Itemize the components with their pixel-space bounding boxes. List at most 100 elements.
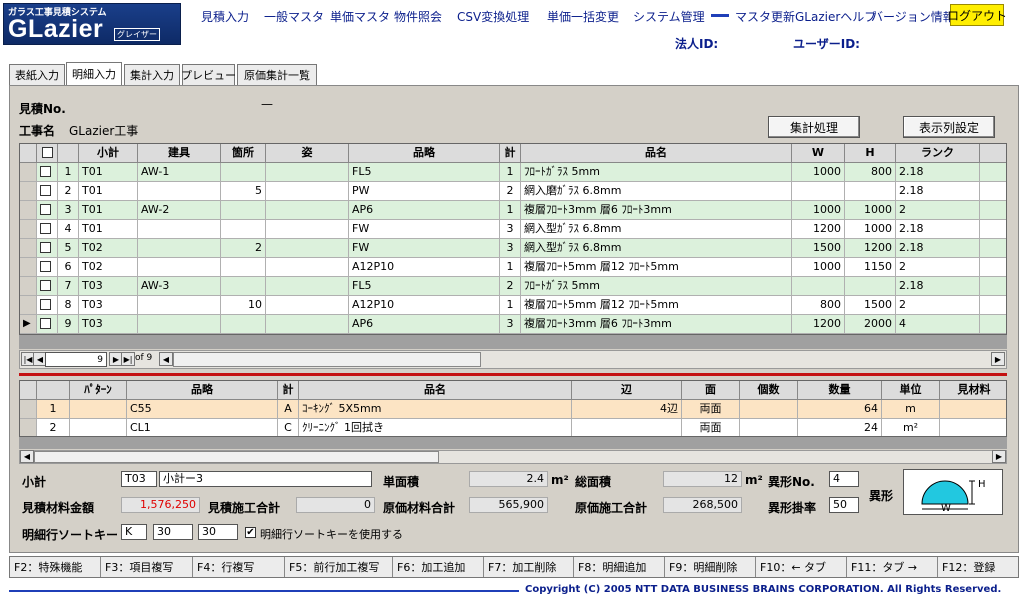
cell-rank[interactable]: 4 (896, 315, 980, 334)
cell-count[interactable] (221, 163, 266, 182)
cell-count[interactable] (221, 258, 266, 277)
row-selector[interactable] (20, 239, 37, 258)
cell-w[interactable]: 1200 (792, 220, 845, 239)
cell-fixture[interactable]: AW-2 (138, 201, 221, 220)
cell-name[interactable]: 複層ﾌﾛｰﾄ5mm 層12 ﾌﾛｰﾄ5mm (521, 296, 792, 315)
cell-code[interactable]: FL5 (349, 277, 500, 296)
fkey-f4[interactable]: F4：行複写 (193, 557, 285, 577)
nav-record-input[interactable]: 9 (45, 352, 107, 367)
cell-fixture[interactable] (138, 182, 221, 201)
cell-shape[interactable] (266, 258, 349, 277)
sub-cell-pattern[interactable] (70, 419, 127, 436)
sortkey-field-3[interactable]: 30 (198, 524, 238, 540)
sub-hscroll-right-icon[interactable]: ▶ (992, 450, 1006, 463)
cell-rank[interactable]: 2.18 (896, 182, 980, 201)
sortkey-field-1[interactable]: K (121, 524, 147, 540)
cell-calc[interactable]: 2 (500, 277, 521, 296)
row-checkbox-cell[interactable] (37, 201, 58, 220)
cell-h[interactable]: 1500 (845, 296, 896, 315)
table-row[interactable]: 5 T02 2 FW 3 網入型ｶﾞﾗｽ 6.8mm 1500 1200 2.18 (20, 239, 1006, 258)
header-select-all[interactable] (37, 144, 58, 163)
cell-h[interactable]: 1200 (845, 239, 896, 258)
nav-last-icon[interactable]: ▶| (121, 352, 135, 366)
cell-subtotal[interactable]: T03 (79, 315, 138, 334)
processing-row-selector[interactable] (20, 400, 37, 419)
sub-cell-code[interactable]: CL1 (127, 419, 278, 436)
sub-cell-unit[interactable]: m (882, 400, 940, 419)
table-row[interactable]: 4 T01 FW 3 網入型ｶﾞﾗｽ 6.8mm 1200 1000 2.18 (20, 220, 1006, 239)
row-checkbox[interactable] (40, 279, 51, 291)
cell-rank[interactable]: 2 (896, 201, 980, 220)
row-checkbox[interactable] (40, 298, 51, 310)
cell-code[interactable]: A12P10 (349, 258, 500, 277)
table-row[interactable]: 6 T02 A12P10 1 複層ﾌﾛｰﾄ5mm 層12 ﾌﾛｰﾄ5mm 1000 1150… (20, 258, 1006, 277)
cell-count[interactable] (221, 315, 266, 334)
cell-subtotal[interactable]: T01 (79, 182, 138, 201)
cell-code[interactable]: FW (349, 220, 500, 239)
cell-name[interactable]: 複層ﾌﾛｰﾄ3mm 層6 ﾌﾛｰﾄ3mm (521, 315, 792, 334)
cell-subtotal[interactable]: T01 (79, 220, 138, 239)
cell-count[interactable]: 10 (221, 296, 266, 315)
processing-row[interactable]: 1 C55 A ｺｰｷﾝｸﾞ 5X5mm 4辺 両面 64 m (20, 400, 1006, 419)
sub-cell-unit[interactable]: m² (882, 419, 940, 436)
cell-shape[interactable] (266, 182, 349, 201)
row-selector[interactable] (20, 182, 37, 201)
cell-code[interactable]: AP6 (349, 201, 500, 220)
cell-code[interactable]: AP6 (349, 315, 500, 334)
row-checkbox-cell[interactable] (37, 296, 58, 315)
cell-count[interactable] (221, 277, 266, 296)
cell-shape[interactable] (266, 296, 349, 315)
cell-fixture[interactable] (138, 315, 221, 334)
cell-subtotal[interactable]: T03 (79, 296, 138, 315)
tab-cover-input[interactable]: 表紙入力 (9, 64, 65, 85)
subtotal-code-field[interactable]: T03 (121, 471, 157, 487)
fkey-f7[interactable]: F7：加工削除 (484, 557, 574, 577)
fkey-f8[interactable]: F8：明細追加 (574, 557, 665, 577)
cell-calc[interactable]: 1 (500, 163, 521, 182)
cell-name[interactable]: ﾌﾛｰﾄｶﾞﾗｽ 5mm (521, 163, 792, 182)
fkey-f6[interactable]: F6：加工追加 (393, 557, 484, 577)
menu-price-master[interactable]: 単価マスタ (330, 8, 390, 25)
cell-rank[interactable]: 2 (896, 258, 980, 277)
cell-fixture[interactable] (138, 220, 221, 239)
cell-name[interactable]: 網入型ｶﾞﾗｽ 6.8mm (521, 239, 792, 258)
row-checkbox[interactable] (40, 184, 51, 196)
cell-shape[interactable] (266, 201, 349, 220)
cell-calc[interactable]: 3 (500, 239, 521, 258)
table-row[interactable]: 8 T03 10 A12P10 1 複層ﾌﾛｰﾄ5mm 層12 ﾌﾛｰﾄ5mm 800 150… (20, 296, 1006, 315)
irregular-no-field[interactable]: 4 (829, 471, 859, 487)
cell-shape[interactable] (266, 315, 349, 334)
row-selector[interactable] (20, 220, 37, 239)
fkey-f5[interactable]: F5：前行加工複写 (285, 557, 393, 577)
cell-subtotal[interactable]: T01 (79, 163, 138, 182)
hscroll-right-icon[interactable]: ▶ (991, 352, 1005, 366)
table-row[interactable]: 3 T01 AW-2 AP6 1 複層ﾌﾛｰﾄ3mm 層6 ﾌﾛｰﾄ3mm 1000 1000… (20, 201, 1006, 220)
cell-rank[interactable]: 2.18 (896, 220, 980, 239)
cell-count[interactable] (221, 220, 266, 239)
cell-code[interactable]: FL5 (349, 163, 500, 182)
fkey-f11[interactable]: F11：タブ → (847, 557, 938, 577)
cell-w[interactable] (792, 182, 845, 201)
column-settings-button[interactable]: 表示列設定 (903, 116, 995, 138)
cell-calc[interactable]: 1 (500, 201, 521, 220)
cell-fixture[interactable] (138, 296, 221, 315)
cell-shape[interactable] (266, 239, 349, 258)
tab-aggregate-input[interactable]: 集計入力 (124, 64, 180, 85)
row-checkbox-cell[interactable] (37, 258, 58, 277)
cell-name[interactable]: 複層ﾌﾛｰﾄ5mm 層12 ﾌﾛｰﾄ5mm (521, 258, 792, 277)
table-row[interactable]: ▶ 9 T03 AP6 3 複層ﾌﾛｰﾄ3mm 層6 ﾌﾛｰﾄ3mm 1200 2000 4 (20, 315, 1006, 334)
table-row[interactable]: 2 T01 5 PW 2 網入磨ｶﾞﾗｽ 6.8mm 2.18 (20, 182, 1006, 201)
cell-w[interactable]: 800 (792, 296, 845, 315)
cell-h[interactable]: 1000 (845, 220, 896, 239)
fkey-f9[interactable]: F9：明細削除 (665, 557, 756, 577)
menu-estimate-input[interactable]: 見積入力 (201, 8, 249, 25)
subtotal-name-field[interactable]: 小計ー3 (159, 471, 372, 487)
cell-code[interactable]: PW (349, 182, 500, 201)
row-checkbox[interactable] (40, 222, 51, 234)
cell-rank[interactable]: 2.18 (896, 163, 980, 182)
cell-w[interactable]: 1500 (792, 239, 845, 258)
row-checkbox[interactable] (40, 203, 51, 215)
cell-w[interactable]: 1200 (792, 315, 845, 334)
cell-h[interactable] (845, 277, 896, 296)
cell-fixture[interactable]: AW-1 (138, 163, 221, 182)
